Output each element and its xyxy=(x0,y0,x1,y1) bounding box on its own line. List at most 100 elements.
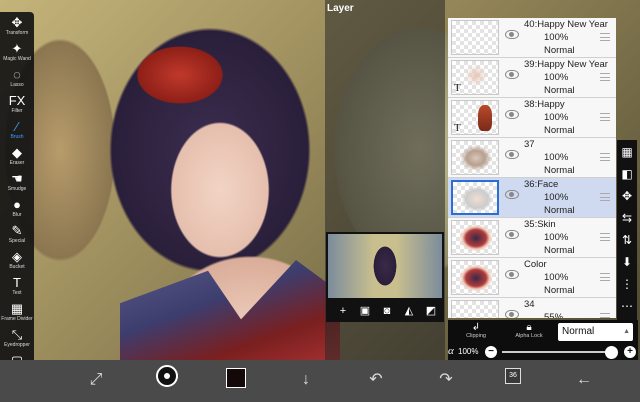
layer-thumbnail[interactable] xyxy=(451,180,499,215)
layer-thumbnail[interactable] xyxy=(451,20,499,55)
tool-brush[interactable]: ∕ Brush xyxy=(0,120,34,146)
opacity-slider-handle[interactable] xyxy=(605,346,618,359)
layer-thumbnail-art xyxy=(460,65,492,91)
tool-text[interactable]: T Text xyxy=(0,276,34,302)
drag-handle-icon[interactable] xyxy=(600,153,610,161)
frame-divider-icon: ▦ xyxy=(10,301,24,316)
opacity-value: 100% xyxy=(458,347,479,356)
drag-handle-icon[interactable] xyxy=(600,113,610,121)
crop-reference-icon[interactable]: ◩ xyxy=(422,304,440,318)
layer-thumbnail[interactable]: T xyxy=(451,100,499,135)
eye-icon[interactable] xyxy=(505,310,519,318)
tool-frame-divider[interactable]: ▦ Frame Divider xyxy=(0,302,34,328)
layer-thumbnail[interactable] xyxy=(451,260,499,295)
move-layer-icon[interactable]: ✥ xyxy=(617,186,637,206)
drag-handle-icon[interactable] xyxy=(600,73,610,81)
eye-icon[interactable] xyxy=(505,230,519,239)
drag-handle-icon[interactable] xyxy=(600,33,610,41)
tool-magic-wand[interactable]: ✦ Magic Wand xyxy=(0,42,34,68)
layer-row[interactable]: T 38:Happy 100% Normal xyxy=(448,98,616,138)
tool-eyedropper[interactable]: ⤡ Eyedropper xyxy=(0,328,34,354)
flip-horizontal-icon[interactable]: ⇆ xyxy=(617,208,637,228)
layer-thumbnail[interactable] xyxy=(451,300,499,318)
layer-blend-mode: Normal xyxy=(544,165,575,176)
alpha-lock-button[interactable]: 🔒︎ Alpha Lock xyxy=(504,322,554,342)
layer-row[interactable]: T 39:Happy New Year 100% Normal xyxy=(448,58,616,98)
clipping-button[interactable]: ↲ Clipping xyxy=(452,322,500,342)
camera-icon[interactable]: ◙ xyxy=(378,304,396,318)
opacity-decrease-button[interactable]: − xyxy=(485,346,497,358)
tool-label: Filter xyxy=(11,108,23,114)
opacity-slider[interactable] xyxy=(502,351,612,353)
text-layer-icon: T xyxy=(454,82,461,94)
eye-icon[interactable] xyxy=(505,110,519,119)
current-color-swatch[interactable] xyxy=(226,368,246,388)
tool-blur[interactable]: ● Blur xyxy=(0,198,34,224)
eye-icon[interactable] xyxy=(505,150,519,159)
opacity-increase-button[interactable]: + xyxy=(624,346,636,358)
layer-row[interactable]: 34 55% xyxy=(448,298,616,318)
eraser-icon: ◆ xyxy=(12,145,22,160)
layer-row[interactable]: 35:Skin 100% Normal xyxy=(448,218,616,258)
merge-down-icon[interactable]: ⬇ xyxy=(617,252,637,272)
layer-thumbnail-art xyxy=(461,186,493,212)
eye-icon[interactable] xyxy=(505,270,519,279)
tool-special[interactable]: ✎ Special xyxy=(0,224,34,250)
layer-blend-mode: Normal xyxy=(544,245,575,256)
reference-preview-image[interactable] xyxy=(328,234,442,298)
eye-icon[interactable] xyxy=(505,190,519,199)
merge-layer-icon[interactable]: ◧ xyxy=(617,164,637,184)
tool-bucket[interactable]: ◈ Bucket xyxy=(0,250,34,276)
tool-smudge[interactable]: ☚ Smudge xyxy=(0,172,34,198)
layer-thumbnail[interactable] xyxy=(451,220,499,255)
drag-handle-icon[interactable] xyxy=(600,313,610,318)
layer-row[interactable]: 40:Happy New Year 100% Normal xyxy=(448,18,616,58)
flip-vertical-icon[interactable]: ⇅ xyxy=(617,230,637,250)
tool-label: Eraser xyxy=(9,160,25,166)
layer-opacity: 100% xyxy=(544,232,569,243)
special-icon: ✎ xyxy=(11,223,23,238)
back-arrow-icon[interactable]: ← xyxy=(572,368,596,392)
tool-label: Smudge xyxy=(7,186,27,192)
drag-handle-icon[interactable] xyxy=(600,193,610,201)
add-reference-icon[interactable]: + xyxy=(334,304,352,318)
tool-eraser[interactable]: ◆ Eraser xyxy=(0,146,34,172)
bucket-icon: ◈ xyxy=(12,249,22,264)
flip-reference-icon[interactable]: ◭ xyxy=(400,304,418,318)
layer-list[interactable]: 40:Happy New Year 100% Normal T 39:Happy New… xyxy=(448,18,616,318)
tool-filter[interactable]: FX Filter xyxy=(0,94,34,120)
layer-thumbnail[interactable] xyxy=(451,140,499,175)
tool-lasso[interactable]: ◌ Lasso xyxy=(0,68,34,94)
download-arrow-icon[interactable]: ↓ xyxy=(294,368,318,392)
tool-transform[interactable]: ✥ Transform xyxy=(0,16,34,42)
layer-row[interactable]: 37 100% Normal xyxy=(448,138,616,178)
layer-row[interactable]: 36:Face 100% Normal xyxy=(448,178,616,218)
drag-handle-icon[interactable] xyxy=(600,233,610,241)
eye-icon[interactable] xyxy=(505,30,519,39)
drag-handle-icon[interactable] xyxy=(600,273,610,281)
tool-sidebar: ✥ Transform ✦ Magic Wand ◌ Lasso FX Filter ∕ Brus… xyxy=(0,12,34,378)
redo-icon[interactable]: ↷ xyxy=(434,368,458,392)
hand-transform-icon[interactable]: ⤢ xyxy=(84,368,108,392)
more-vertical-icon[interactable]: ⋮ xyxy=(617,274,637,294)
layer-name: 39:Happy New Year xyxy=(524,59,608,70)
layer-name: 40:Happy New Year xyxy=(524,19,608,30)
layer-count-button[interactable]: 36 xyxy=(505,368,521,384)
layer-row[interactable]: Color 100% Normal xyxy=(448,258,616,298)
brush-size-indicator[interactable] xyxy=(156,365,178,387)
tool-label: Brush xyxy=(10,134,24,140)
layer-panel-title: Layer xyxy=(327,3,354,14)
tool-label: Eyedropper xyxy=(4,342,30,348)
undo-icon[interactable]: ↶ xyxy=(364,368,388,392)
eyedropper-icon: ⤡ xyxy=(11,327,23,342)
layer-tool-strip: ▦ ◧ ✥ ⇆ ⇅ ⬇ ⋮ ⋯ xyxy=(617,140,637,320)
layer-blend-mode: Normal xyxy=(544,45,575,56)
eye-icon[interactable] xyxy=(505,70,519,79)
blend-mode-select[interactable]: Normal ▲ xyxy=(558,323,633,341)
layer-name: 37 xyxy=(524,139,535,150)
checker-icon[interactable]: ▦ xyxy=(617,142,637,162)
lasso-icon: ◌ xyxy=(13,67,21,82)
more-horizontal-icon[interactable]: ⋯ xyxy=(617,296,637,316)
layer-thumbnail[interactable]: T xyxy=(451,60,499,95)
copy-reference-icon[interactable]: ▣ xyxy=(356,304,374,318)
